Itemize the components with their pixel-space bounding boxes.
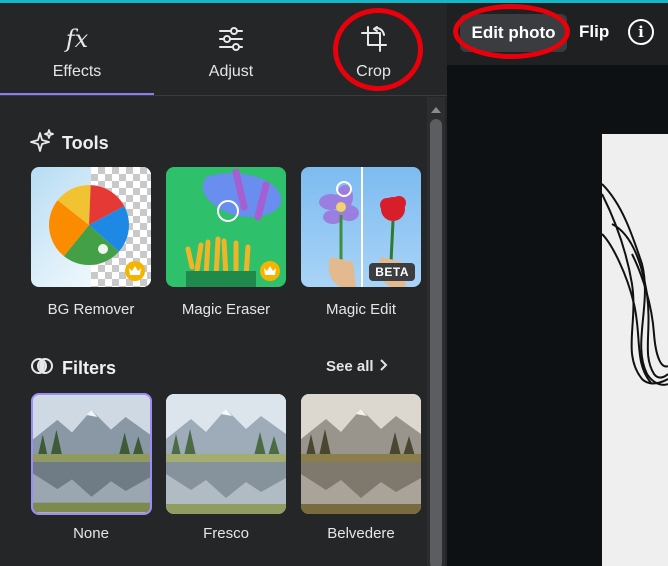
tools-title: Tools <box>62 133 109 153</box>
lake-mountain-image <box>301 394 421 514</box>
see-all-filters-link[interactable]: See all <box>326 358 388 375</box>
panel-tabs: fx Effects Adjust Crop <box>0 3 447 96</box>
tab-crop[interactable]: Crop <box>300 3 447 96</box>
tool-bg-remover-label: BG Remover <box>47 301 135 318</box>
edit-photo-button[interactable]: Edit photo <box>460 14 567 52</box>
filter-fresco-label: Fresco <box>203 525 249 542</box>
premium-crown-icon <box>260 261 280 281</box>
beta-badge: BETA <box>369 263 415 281</box>
tool-magic-edit-label: Magic Edit <box>325 301 397 318</box>
filter-belvedere[interactable] <box>301 394 421 514</box>
flip-button[interactable]: Flip <box>579 22 609 42</box>
design-page[interactable] <box>602 134 668 566</box>
filters-icon <box>30 354 54 383</box>
filter-none-label: None <box>73 525 109 542</box>
line-art-image <box>602 183 668 386</box>
tools-section-header: Tools <box>30 129 109 158</box>
tool-magic-eraser-label: Magic Eraser <box>181 301 271 318</box>
info-glyph: i <box>638 23 644 41</box>
info-icon[interactable]: i <box>628 19 654 45</box>
sparkles-icon <box>30 129 54 158</box>
tab-adjust[interactable]: Adjust <box>154 3 308 96</box>
sliders-icon <box>218 25 244 53</box>
tool-bg-remover[interactable] <box>31 167 151 287</box>
lake-mountain-image <box>166 394 286 514</box>
tab-effects-label: Effects <box>52 63 102 80</box>
tabs-divider <box>0 95 447 96</box>
edit-photo-panel: fx Effects Adjust Crop Tools BG Remover … <box>0 3 447 566</box>
panel-scrollbar[interactable] <box>427 97 445 566</box>
filter-none[interactable] <box>31 393 152 515</box>
tab-crop-label: Crop <box>356 63 391 80</box>
chevron-right-icon <box>379 358 388 375</box>
fx-icon: fx <box>65 25 89 53</box>
tool-magic-edit[interactable]: BETA <box>301 167 421 287</box>
see-all-label: See all <box>326 358 374 375</box>
scrollbar-thumb[interactable] <box>430 119 442 566</box>
scroll-up-arrow-icon[interactable] <box>427 101 445 113</box>
lake-mountain-image <box>33 395 150 513</box>
crop-icon <box>360 25 388 53</box>
filters-title: Filters <box>62 358 117 378</box>
before-after-divider <box>361 167 363 287</box>
premium-crown-icon <box>125 261 145 281</box>
tab-effects[interactable]: fx Effects <box>0 3 154 96</box>
filter-belvedere-label: Belvedere <box>327 525 395 542</box>
tool-magic-eraser[interactable] <box>166 167 286 287</box>
filters-section-header: Filters <box>30 354 116 383</box>
tab-adjust-label: Adjust <box>208 63 254 80</box>
filter-fresco[interactable] <box>166 394 286 514</box>
